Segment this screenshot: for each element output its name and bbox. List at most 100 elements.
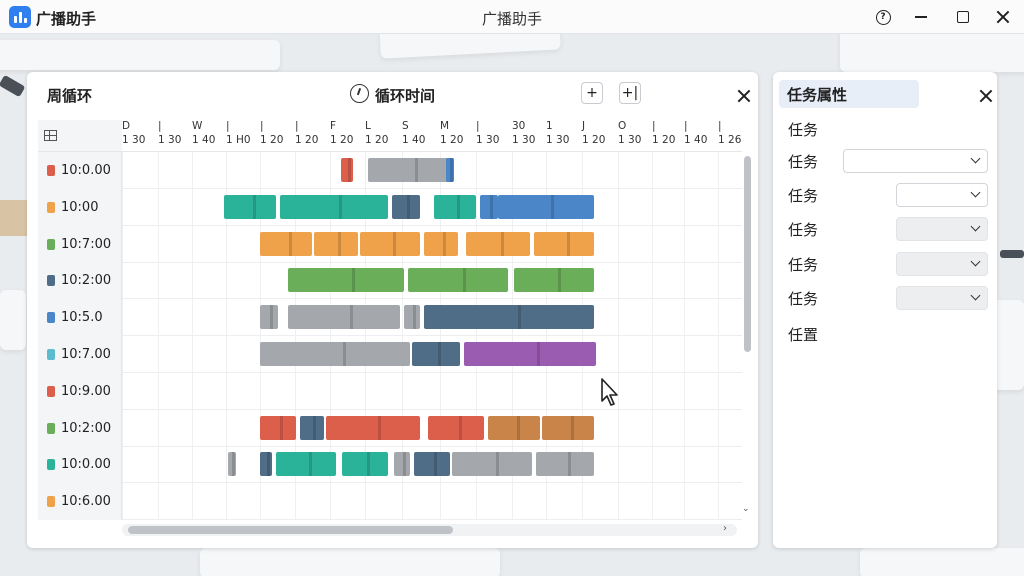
property-row: 任务 (788, 217, 988, 241)
horizontal-scroll-thumb[interactable] (128, 526, 453, 534)
schedule-row[interactable]: 10:2:00 (38, 409, 742, 447)
schedule-grid[interactable]: 10:0.00 10:00 10:7:00 10:2:00 10:5.0 10:7.00 1… (38, 152, 742, 520)
schedule-row[interactable]: 10:7:00 (38, 225, 742, 263)
schedule-block[interactable] (392, 194, 420, 219)
add-task-button[interactable]: + (581, 82, 603, 104)
axis-tick: F1 20 (330, 120, 354, 146)
axis-tick: 11 30 (546, 120, 570, 146)
minimize-icon (915, 16, 927, 18)
scroll-down-icon[interactable]: ⌄ (742, 504, 750, 514)
property-row: 任务 (788, 183, 988, 207)
schedule-block[interactable] (314, 231, 358, 256)
schedule-block[interactable] (368, 158, 454, 182)
cycle-time-label: 循环时间 (375, 87, 436, 105)
row-color-marker (47, 422, 55, 434)
schedule-block[interactable] (414, 452, 450, 477)
schedule-block[interactable] (260, 342, 410, 366)
help-button[interactable]: ? (870, 5, 896, 29)
row-time: 10:2:00 (61, 273, 112, 289)
axis-tick: | 1 20 (260, 120, 284, 146)
property-select[interactable] (896, 183, 988, 207)
vertical-scroll-thumb[interactable] (744, 156, 751, 352)
schedule-block[interactable] (341, 158, 353, 182)
schedule-block[interactable] (412, 342, 460, 366)
schedule-block[interactable] (498, 194, 594, 219)
schedule-row[interactable]: 10:6.00 (38, 483, 742, 520)
app-name: 广播助手 (36, 10, 97, 28)
schedule-block[interactable] (404, 305, 420, 330)
axis-tick: D1 30 (122, 120, 146, 146)
row-label: 10:7:00 (38, 225, 122, 263)
vertical-scrollbar[interactable]: ⌄ (742, 152, 752, 520)
property-select[interactable] (896, 217, 988, 241)
add-multi-button[interactable]: +| (619, 82, 641, 104)
schedule-block[interactable] (536, 452, 594, 477)
scroll-right-icon[interactable]: › (723, 523, 727, 534)
schedule-block[interactable] (542, 415, 594, 440)
schedule-block[interactable] (300, 415, 324, 440)
schedule-block[interactable] (224, 194, 276, 219)
schedule-block[interactable] (288, 305, 400, 330)
row-label: 10:2:00 (38, 409, 122, 447)
schedule-row[interactable]: 10:0.00 (38, 446, 742, 484)
schedule-block[interactable] (360, 231, 420, 256)
property-label: 任务 (788, 256, 819, 274)
row-time: 10:9.00 (61, 383, 111, 399)
property-select[interactable] (843, 149, 988, 173)
schedule-row[interactable]: 10:7.00 (38, 336, 742, 373)
task-properties-panel: 任务属性 任务 任务 任务 任务 任务 任务 任置 (773, 72, 997, 548)
chevron-down-icon (970, 290, 981, 301)
schedule-block[interactable] (452, 452, 532, 477)
property-select[interactable] (896, 286, 988, 310)
row-time: 10:0.00 (61, 457, 111, 473)
chevron-down-icon (970, 187, 981, 198)
property-label: 任置 (788, 326, 819, 344)
horizontal-scrollbar[interactable]: › (122, 523, 737, 536)
row-color-marker (47, 238, 55, 250)
schedule-row[interactable]: 10:5.0 (38, 299, 742, 337)
schedule-block[interactable] (424, 305, 594, 330)
schedule-block[interactable] (480, 194, 498, 219)
property-label: 任务 (788, 221, 819, 239)
schedule-row[interactable]: 10:0.00 (38, 152, 742, 189)
panel-close-button[interactable] (731, 84, 757, 108)
maximize-button[interactable] (950, 5, 976, 29)
row-color-marker (47, 201, 55, 213)
row-time: 10:6.00 (61, 494, 111, 510)
axis-tick: W1 40 (192, 120, 216, 146)
schedule-block[interactable] (276, 452, 336, 477)
property-select[interactable] (896, 252, 988, 276)
property-label: 任务 (788, 121, 819, 139)
schedule-row[interactable]: 10:9.00 (38, 372, 742, 410)
schedule-block[interactable] (534, 231, 594, 256)
schedule-row[interactable]: 10:00 (38, 188, 742, 226)
property-label: 任务 (788, 187, 819, 205)
schedule-block[interactable] (280, 194, 388, 219)
row-label: 10:6.00 (38, 483, 122, 520)
row-time: 10:5.0 (61, 310, 103, 326)
schedule-block[interactable] (288, 268, 404, 293)
row-label: 10:9.00 (38, 372, 122, 410)
schedule-block[interactable] (260, 305, 278, 330)
window-close-button[interactable] (990, 5, 1016, 29)
schedule-block[interactable] (446, 158, 454, 182)
schedule-block[interactable] (434, 194, 476, 219)
schedule-block[interactable] (326, 415, 420, 440)
schedule-block[interactable] (260, 415, 296, 440)
schedule-block[interactable] (424, 231, 458, 256)
schedule-block[interactable] (464, 342, 596, 366)
schedule-block[interactable] (260, 231, 312, 256)
minimize-button[interactable] (908, 5, 934, 29)
schedule-block[interactable] (394, 452, 410, 477)
schedule-block[interactable] (488, 415, 540, 440)
schedule-block[interactable] (408, 268, 508, 293)
schedule-row[interactable]: 10:2:00 (38, 262, 742, 300)
schedule-block[interactable] (228, 452, 236, 477)
schedule-block[interactable] (466, 231, 530, 256)
properties-close-button[interactable] (973, 84, 999, 108)
schedule-block[interactable] (260, 452, 272, 477)
schedule-block[interactable] (342, 452, 388, 477)
schedule-block[interactable] (514, 268, 594, 293)
schedule-block[interactable] (428, 415, 484, 440)
grid-icon (44, 130, 57, 141)
